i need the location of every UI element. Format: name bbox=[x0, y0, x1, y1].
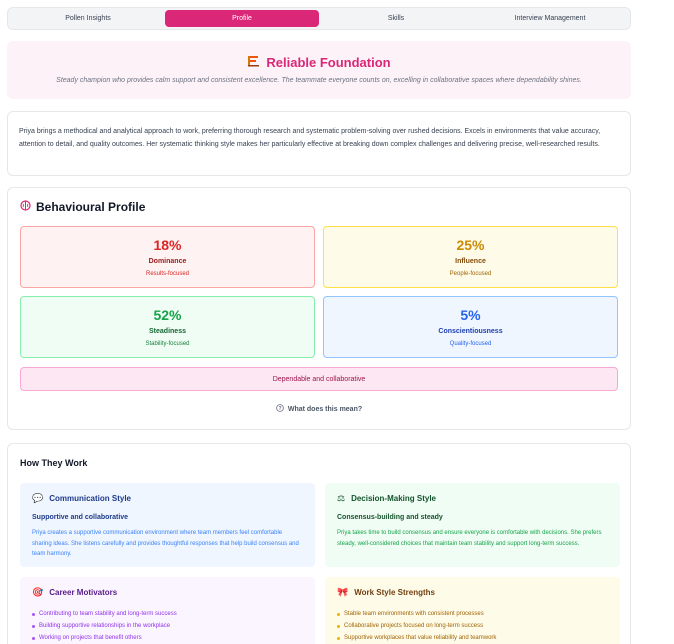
ribbon-icon: 🎀 bbox=[337, 587, 349, 597]
list-item-text: Building supportive relationships in the… bbox=[39, 623, 171, 629]
archetype-name: Reliable Foundation bbox=[266, 54, 391, 70]
decision-making-card: ⚖ Decision-Making Style Consensus-buildi… bbox=[325, 483, 620, 567]
what-does-this-mean-label: What does this mean? bbox=[287, 405, 363, 413]
archetype-title: Reliable Foundation bbox=[7, 54, 631, 70]
archetype-subtitle: Steady champion who provides calm suppor… bbox=[56, 77, 582, 84]
how-they-work-title: How They Work bbox=[20, 458, 88, 468]
disc-percent: 52% bbox=[153, 307, 182, 323]
list-item: Working on projects that benefit others bbox=[32, 632, 303, 644]
disc-influence: 25% Influence People-focused bbox=[323, 226, 618, 288]
list-item-text: Supportive workplaces that value reliabi… bbox=[344, 635, 497, 641]
disc-name: Influence bbox=[455, 258, 486, 265]
list-item: Collaborative projects focused on long-t… bbox=[337, 620, 608, 632]
list-item: Stable team environments with consistent… bbox=[337, 608, 608, 620]
decision-making-text: Priya takes time to build consensus and … bbox=[337, 530, 602, 547]
bullet-icon bbox=[32, 612, 35, 616]
brain-icon bbox=[20, 200, 31, 214]
disc-percent: 5% bbox=[460, 307, 481, 323]
list-item-text: Stable team environments with consistent… bbox=[344, 611, 484, 617]
list-item: Supportive workplaces that value reliabi… bbox=[337, 632, 608, 644]
tab-skills[interactable]: Skills bbox=[319, 10, 473, 27]
bullet-icon bbox=[337, 612, 340, 616]
disc-name: Dominance bbox=[148, 258, 187, 265]
construction-icon bbox=[247, 54, 260, 70]
disc-desc: Results-focused bbox=[145, 271, 190, 277]
disc-dominance: 18% Dominance Results-focused bbox=[20, 226, 315, 288]
disc-desc: Stability-focused bbox=[145, 341, 190, 347]
career-motivators-title: Career Motivators bbox=[49, 588, 118, 597]
work-style-strengths-title: Work Style Strengths bbox=[354, 588, 435, 597]
career-motivators-list: Contributing to team stability and long-… bbox=[32, 608, 303, 644]
target-icon: 🎯 bbox=[32, 587, 44, 597]
disc-desc: People-focused bbox=[449, 271, 492, 277]
communication-style-heading: 💬 Communication Style bbox=[32, 493, 303, 504]
scales-icon: ⚖ bbox=[337, 493, 346, 503]
disc-name: Conscientiousness bbox=[438, 328, 503, 335]
tab-pollen-insights[interactable]: Pollen Insights bbox=[11, 10, 165, 27]
work-style-strengths-card: 🎀 Work Style Strengths Stable team envir… bbox=[325, 577, 620, 644]
archetype-banner: Reliable Foundation Steady champion who … bbox=[7, 41, 631, 99]
communication-style-card: 💬 Communication Style Supportive and col… bbox=[20, 483, 315, 567]
how-they-work-card: How They Work 💬 Communication Style Supp… bbox=[7, 443, 631, 644]
disc-desc: Quality-focused bbox=[449, 341, 492, 347]
career-motivators-card: 🎯 Career Motivators Contributing to team… bbox=[20, 577, 315, 644]
tab-bar: Pollen Insights Profile Skills Interview… bbox=[7, 7, 631, 30]
disc-conscientiousness: 5% Conscientiousness Quality-focused bbox=[323, 296, 618, 358]
list-item: Contributing to team stability and long-… bbox=[32, 608, 303, 620]
work-style-strengths-list: Stable team environments with consistent… bbox=[337, 608, 608, 644]
what-does-this-mean-link[interactable]: ? What does this mean? bbox=[8, 404, 630, 414]
disc-steadiness: 52% Steadiness Stability-focused bbox=[20, 296, 315, 358]
tab-profile[interactable]: Profile bbox=[165, 10, 319, 27]
bullet-icon bbox=[337, 624, 340, 628]
disc-name: Steadiness bbox=[149, 328, 186, 335]
help-icon: ? bbox=[276, 404, 284, 414]
bullet-icon bbox=[32, 636, 35, 640]
career-motivators-heading: 🎯 Career Motivators bbox=[32, 587, 303, 598]
list-item: Building supportive relationships in the… bbox=[32, 620, 303, 632]
behavioural-profile-title: Behavioural Profile bbox=[36, 200, 146, 214]
profile-summary: Priya brings a methodical and analytical… bbox=[7, 111, 631, 176]
bullet-icon bbox=[337, 636, 340, 640]
list-item-text: Contributing to team stability and long-… bbox=[39, 611, 177, 617]
decision-making-subtitle: Consensus-building and steady bbox=[337, 514, 443, 521]
profile-tag: Dependable and collaborative bbox=[20, 367, 618, 391]
bullet-icon bbox=[32, 624, 35, 628]
disc-percent: 25% bbox=[456, 237, 485, 253]
disc-percent: 18% bbox=[153, 237, 182, 253]
communication-style-title: Communication Style bbox=[49, 494, 132, 503]
tab-interview-management[interactable]: Interview Management bbox=[473, 10, 627, 27]
speech-bubble-icon: 💬 bbox=[32, 493, 44, 503]
decision-making-title: Decision-Making Style bbox=[351, 494, 436, 503]
communication-style-subtitle: Supportive and collaborative bbox=[32, 514, 129, 521]
work-style-strengths-heading: 🎀 Work Style Strengths bbox=[337, 587, 608, 598]
list-item-text: Collaborative projects focused on long-t… bbox=[344, 623, 484, 629]
list-item-text: Working on projects that benefit others bbox=[39, 635, 142, 641]
svg-text:?: ? bbox=[278, 406, 281, 412]
behavioural-profile-card: Behavioural Profile 18% Dominance Result… bbox=[7, 187, 631, 430]
communication-style-text: Priya creates a supportive communication… bbox=[32, 530, 299, 557]
behavioural-profile-heading: Behavioural Profile bbox=[20, 200, 145, 214]
decision-making-heading: ⚖ Decision-Making Style bbox=[337, 493, 608, 504]
